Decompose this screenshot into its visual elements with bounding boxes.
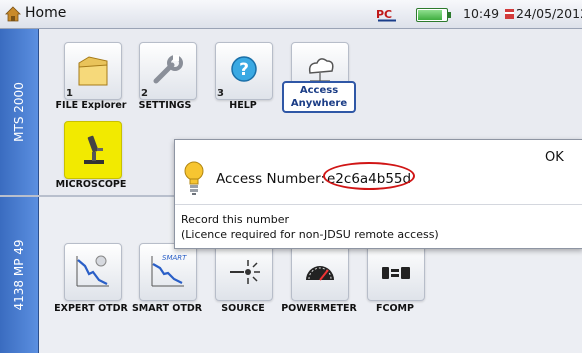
record-note: Record this number [181,213,290,226]
home-icon[interactable] [5,6,21,22]
battery-warning-icon [505,9,514,19]
access-anywhere-label-line1: Access [299,85,339,96]
licence-note: (Licence required for non-JDSU remote ac… [181,228,439,241]
dialog-divider [175,204,582,205]
battery-icon [416,8,451,22]
access-anywhere-label[interactable]: Access Anywhere [282,81,356,113]
access-number-dialog: OK Access Number: e2c6a4b55d Record this… [174,139,582,249]
remote-pc-icon: PC [376,8,396,22]
tab-4138-mp-49-label: 4138 MP 49 [12,239,26,311]
smart-badge: SMART [162,254,187,262]
tab-4138-mp-49[interactable]: 4138 MP 49 [0,197,39,353]
powermeter-label: POWERMETER [281,303,357,314]
file-explorer-label: FILE Explorer [55,100,127,111]
source-button[interactable] [215,243,273,301]
page-title: Home [25,5,67,21]
shortcut-number: 1 [66,88,73,99]
smart-otdr-icon: SMART [151,254,187,287]
clock: 10:49 [463,6,500,21]
shortcut-number: 2 [141,88,148,99]
top-status-bar: Home PC 10:49 24/05/2012 [0,0,582,29]
fiber-connector-icon [382,267,410,279]
microscope-button[interactable] [64,121,122,179]
expert-otdr-button[interactable] [64,243,122,301]
settings-button[interactable]: 2 [139,42,197,100]
tab-mts-2000-label: MTS 2000 [12,82,26,142]
wrench-icon [153,55,183,84]
power-meter-icon [306,266,334,281]
help-button[interactable]: ? 3 [215,42,273,100]
light-source-icon [230,260,260,284]
shortcut-number: 3 [217,88,224,99]
battery-level [418,10,442,20]
svg-text:?: ? [239,60,249,80]
help-label: HELP [229,100,257,111]
svg-text:PC: PC [376,8,392,21]
ok-button[interactable]: OK [545,150,564,165]
date: 24/05/2012 [516,6,582,21]
file-explorer-button[interactable]: 1 [64,42,122,100]
fcomp-button[interactable] [367,243,425,301]
source-label: SOURCE [221,303,265,314]
powermeter-button[interactable] [291,243,349,301]
smart-otdr-button[interactable]: SMART [139,243,197,301]
access-number-label: Access Number: [216,171,326,187]
help-icon: ? [231,56,257,82]
microscope-icon [84,135,104,164]
expert-otdr-label: EXPERT OTDR [54,303,128,314]
smart-otdr-label: SMART OTDR [131,303,203,314]
folder-icon [78,56,108,86]
settings-label: SETTINGS [138,100,192,111]
access-anywhere-label-line2: Anywhere [290,98,348,109]
fcomp-label: FCOMP [376,303,414,314]
highlight-oval [323,162,415,190]
otdr-trace-icon [76,255,109,287]
lightbulb-icon [184,161,204,195]
microscope-label: MICROSCOPE [55,179,127,190]
tab-mts-2000[interactable]: MTS 2000 [0,29,39,195]
